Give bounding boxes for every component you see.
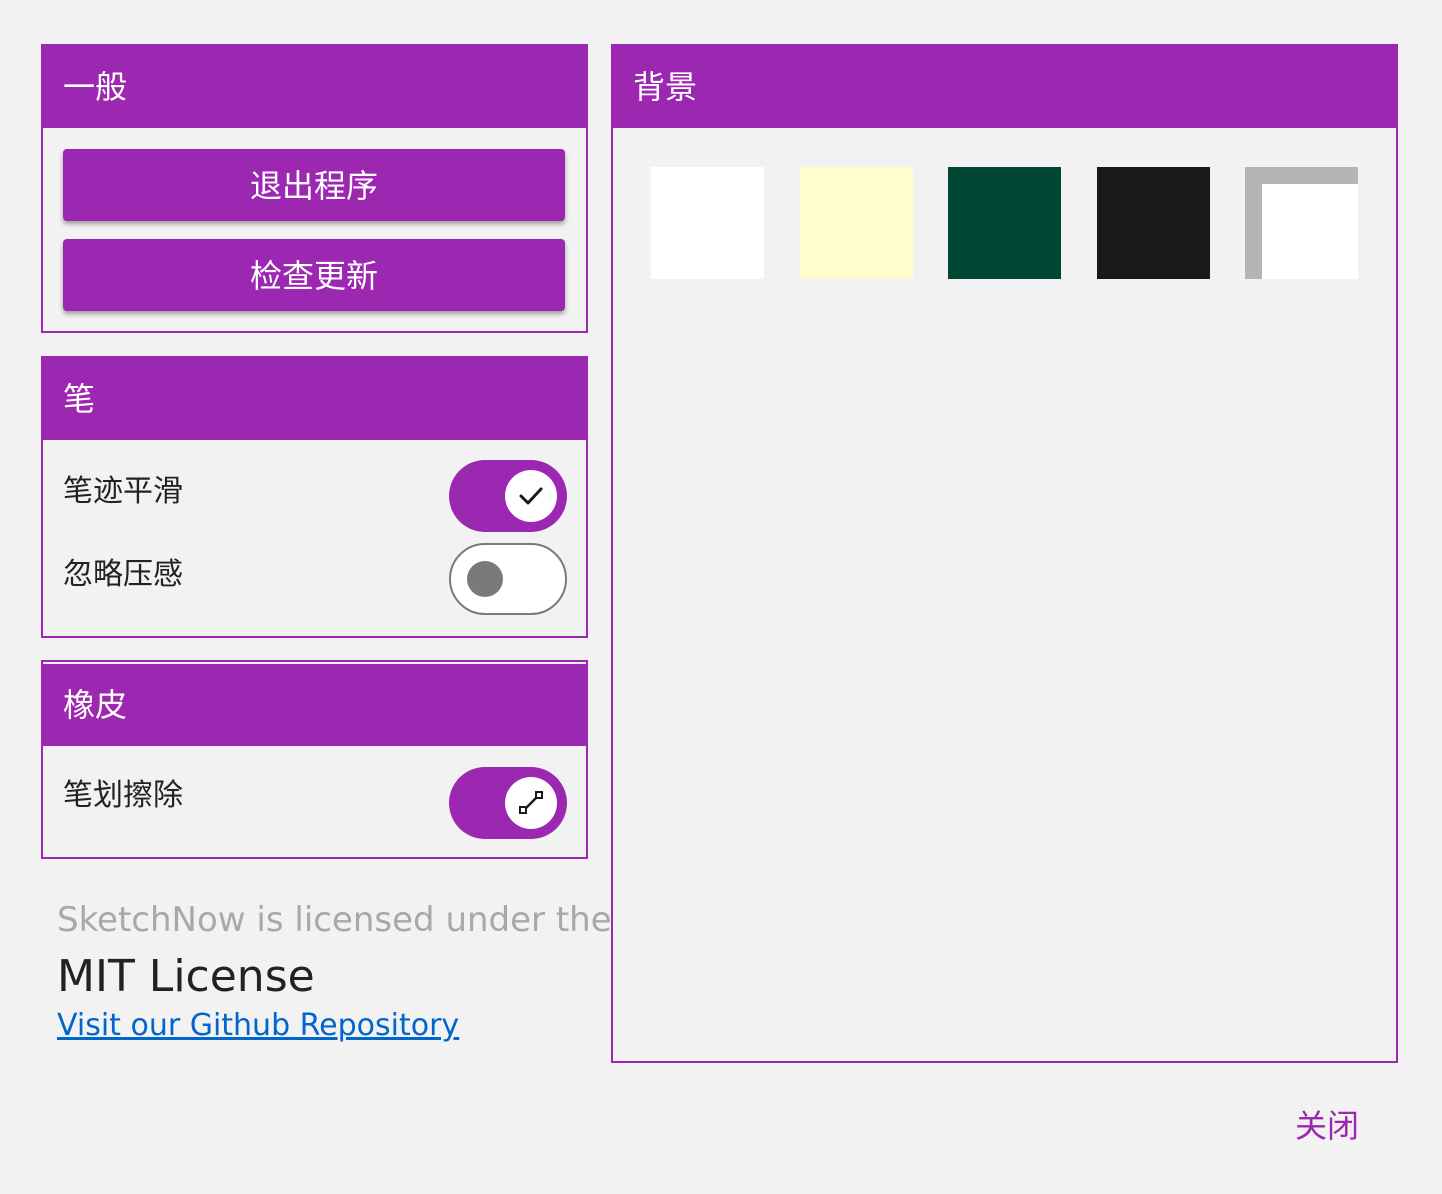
eraser-panel: 橡皮 笔划擦除 bbox=[41, 660, 588, 859]
smoothing-toggle-knob bbox=[505, 470, 557, 522]
stroke-erase-toggle[interactable] bbox=[449, 767, 567, 839]
swatch-cream[interactable] bbox=[800, 167, 913, 279]
close-button[interactable]: 关闭 bbox=[1282, 1100, 1372, 1152]
check-icon bbox=[519, 487, 543, 505]
smoothing-toggle[interactable] bbox=[449, 460, 567, 532]
general-panel-title: 一般 bbox=[43, 46, 586, 128]
swatch-dark-green[interactable] bbox=[948, 167, 1061, 279]
license-intro-text: SketchNow is licensed under the bbox=[57, 900, 612, 940]
background-panel-title: 背景 bbox=[613, 46, 1396, 128]
smoothing-label: 笔迹平滑 bbox=[63, 474, 183, 509]
pen-panel: 笔 笔迹平滑 忽略压感 bbox=[41, 356, 588, 638]
license-name: MIT License bbox=[57, 951, 315, 1002]
swatch-transparent[interactable] bbox=[1245, 167, 1358, 279]
check-update-button[interactable]: 检查更新 bbox=[63, 239, 565, 311]
stroke-erase-toggle-knob bbox=[505, 777, 557, 829]
stroke-erase-label: 笔划擦除 bbox=[63, 778, 183, 813]
ignore-pressure-toggle-knob bbox=[467, 561, 503, 597]
general-panel: 一般 退出程序 检查更新 bbox=[41, 44, 588, 333]
stroke-erase-icon bbox=[519, 791, 543, 814]
swatch-white[interactable] bbox=[651, 167, 764, 279]
ignore-pressure-toggle[interactable] bbox=[449, 543, 567, 615]
pen-panel-title: 笔 bbox=[43, 358, 586, 440]
swatch-black[interactable] bbox=[1097, 167, 1210, 279]
background-panel: 背景 bbox=[611, 44, 1398, 1063]
github-repository-link[interactable]: Visit our Github Repository bbox=[57, 1008, 459, 1043]
eraser-panel-title: 橡皮 bbox=[43, 664, 586, 746]
exit-program-button[interactable]: 退出程序 bbox=[63, 149, 565, 221]
ignore-pressure-label: 忽略压感 bbox=[63, 557, 183, 592]
